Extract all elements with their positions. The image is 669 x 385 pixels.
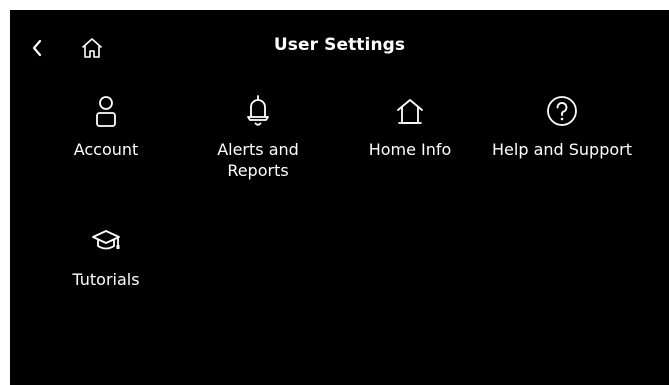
tile-label: Help and Support (492, 140, 632, 159)
user-icon (89, 94, 123, 128)
help-icon (545, 94, 579, 128)
tile-account[interactable]: Account (31, 94, 181, 160)
tile-label: Alerts and Reports (217, 140, 299, 180)
graduation-cap-icon (89, 224, 123, 258)
user-settings-screen: User Settings Account Alerts and Reports (10, 10, 669, 385)
tile-tutorials[interactable]: Tutorials (31, 224, 181, 290)
tile-label: Home Info (368, 140, 452, 159)
tile-label: Account (73, 140, 139, 159)
house-icon (393, 94, 427, 128)
header-bar: User Settings (10, 10, 669, 86)
page-title: User Settings (273, 35, 406, 55)
tile-alerts-reports[interactable]: Alerts and Reports (183, 94, 333, 181)
tile-home-info[interactable]: Home Info (335, 94, 485, 160)
tile-help-support[interactable]: Help and Support (487, 94, 637, 160)
tile-label: Tutorials (72, 270, 140, 289)
bell-icon (241, 94, 275, 128)
